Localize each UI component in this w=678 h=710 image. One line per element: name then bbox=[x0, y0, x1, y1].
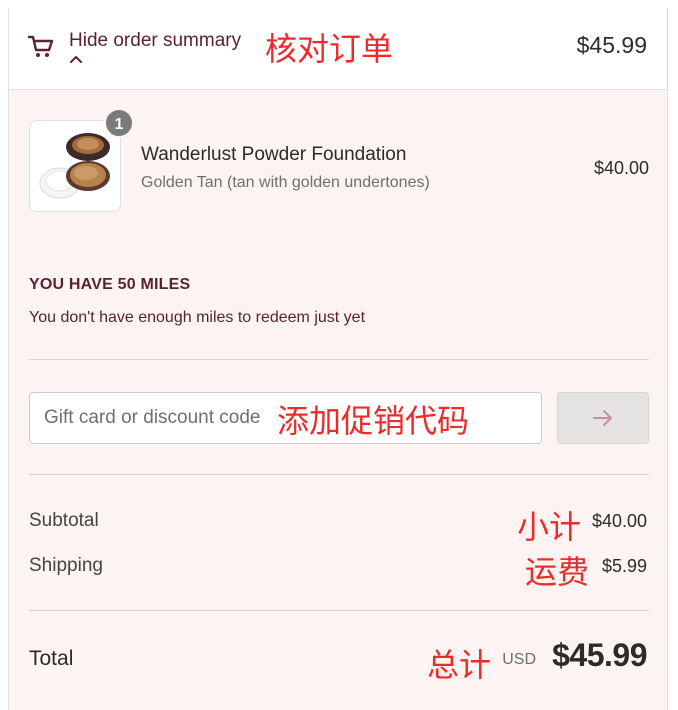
shipping-value: $5.99 bbox=[601, 556, 647, 576]
line-item: 1 Wanderlust Powder Foundation Golden Ta… bbox=[29, 108, 649, 212]
total-label: Total bbox=[29, 647, 74, 670]
subtotal-value: $40.00 bbox=[591, 511, 647, 531]
product-variant: Golden Tan (tan with golden undertones) bbox=[141, 174, 430, 191]
arrow-right-icon bbox=[593, 410, 612, 426]
currency-code: USD bbox=[502, 651, 536, 668]
discount-annotation: 添加促销代码 bbox=[277, 402, 470, 440]
subtotal-annotation: 小计 bbox=[517, 508, 582, 546]
subtotal-label: Subtotal bbox=[29, 510, 99, 531]
total-annotation: 总计 bbox=[427, 646, 492, 684]
divider bbox=[29, 359, 649, 360]
shipping-annotation: 运费 bbox=[525, 553, 590, 591]
quantity-badge: 1 bbox=[104, 108, 134, 138]
total-value: $45.99 bbox=[552, 637, 647, 673]
miles-message: You don't have enough miles to redeem ju… bbox=[29, 309, 366, 326]
powder-compact-image bbox=[39, 133, 110, 199]
chevron-up-icon bbox=[70, 56, 82, 63]
order-summary-panel: Hide order summary 核对订单 $45.99 1 Wanderl… bbox=[8, 8, 668, 710]
cart-icon[interactable] bbox=[27, 32, 55, 60]
product-name: Wanderlust Powder Foundation bbox=[141, 144, 407, 165]
divider bbox=[29, 610, 649, 611]
order-review-annotation: 核对订单 bbox=[265, 30, 394, 68]
product-thumbnail bbox=[29, 120, 121, 212]
product-price: $40.00 bbox=[593, 158, 649, 178]
toggle-label: Hide order summary bbox=[69, 30, 242, 51]
divider bbox=[29, 474, 649, 475]
summary-total: $45.99 bbox=[576, 32, 647, 58]
hide-order-summary-button[interactable]: Hide order summary bbox=[69, 30, 242, 63]
shipping-label: Shipping bbox=[29, 555, 103, 576]
miles-title: YOU HAVE 50 MILES bbox=[29, 276, 191, 293]
apply-discount-button[interactable] bbox=[557, 392, 649, 444]
order-summary-toggle-bar[interactable]: Hide order summary 核对订单 $45.99 bbox=[9, 8, 667, 90]
